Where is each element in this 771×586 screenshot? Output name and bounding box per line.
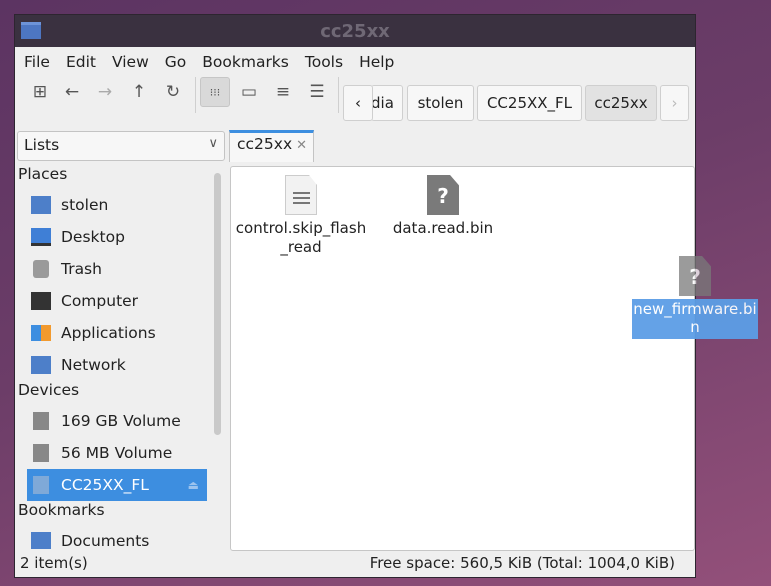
sidebar-item-label: Documents bbox=[61, 532, 150, 549]
select-value: Lists bbox=[24, 136, 60, 154]
forward-icon[interactable]: → bbox=[90, 77, 120, 107]
sidebar-item-home[interactable]: stolen bbox=[15, 189, 225, 221]
sidebar-item-label: CC25XX_FL bbox=[61, 476, 149, 494]
divider bbox=[338, 77, 339, 113]
file-name: data.read.bin bbox=[392, 219, 494, 237]
breadcrumb-current[interactable]: cc25xx bbox=[585, 85, 657, 121]
tab-label: cc25xx bbox=[237, 135, 293, 153]
title-bar[interactable]: cc25xx bbox=[15, 15, 695, 47]
menu-view[interactable]: View bbox=[112, 53, 149, 71]
bookmarks-heading: Bookmarks bbox=[18, 501, 105, 519]
dragged-file[interactable]: ? new_firmware.bi n bbox=[632, 256, 758, 339]
places-heading: Places bbox=[18, 165, 68, 183]
up-icon[interactable]: ↑ bbox=[124, 77, 154, 107]
menu-file[interactable]: File bbox=[24, 53, 50, 71]
free-space: Free space: 560,5 KiB (Total: 1004,0 KiB… bbox=[369, 554, 675, 572]
divider bbox=[195, 77, 196, 113]
menu-tools[interactable]: Tools bbox=[305, 53, 343, 71]
menu-help[interactable]: Help bbox=[359, 53, 394, 71]
sidebar-item-label: 169 GB Volume bbox=[61, 412, 181, 430]
drive-icon bbox=[33, 412, 49, 430]
sidebar-item-volume-169gb[interactable]: 169 GB Volume bbox=[15, 405, 225, 437]
thumbnail-view-icon[interactable]: ▭ bbox=[234, 77, 264, 107]
file-item[interactable]: control.skip_flash _read bbox=[235, 175, 367, 257]
unknown-file-icon: ? bbox=[679, 256, 711, 296]
desktop-icon bbox=[31, 228, 51, 246]
sidebar-scrollbar[interactable] bbox=[214, 173, 221, 435]
trash-icon bbox=[33, 260, 49, 278]
text-file-icon bbox=[285, 175, 317, 215]
applications-icon bbox=[31, 325, 51, 341]
sidebar-item-volume-56mb[interactable]: 56 MB Volume bbox=[15, 437, 225, 469]
item-count: 2 item(s) bbox=[20, 554, 88, 572]
sidebar-item-label: Applications bbox=[61, 324, 156, 342]
sidebar-item-label: Network bbox=[61, 356, 126, 374]
sidebar-item-computer[interactable]: Computer bbox=[15, 285, 225, 317]
sidebar-item-applications[interactable]: Applications bbox=[15, 317, 225, 349]
breadcrumb-item[interactable]: dia bbox=[371, 85, 403, 121]
eject-icon[interactable]: ⏏ bbox=[188, 478, 199, 492]
file-item[interactable]: ? data.read.bin bbox=[383, 175, 503, 238]
sidebar-item-label: Trash bbox=[61, 260, 102, 278]
breadcrumb-item[interactable]: stolen bbox=[407, 85, 474, 121]
sidebar-item-label: stolen bbox=[61, 196, 109, 214]
breadcrumb-scroll-right[interactable]: › bbox=[660, 85, 689, 121]
icon-view-icon[interactable]: ⁝⁝⁝ bbox=[200, 77, 230, 107]
menu-edit[interactable]: Edit bbox=[66, 53, 96, 71]
removable-drive-icon bbox=[33, 444, 49, 462]
chevron-down-icon: ∨ bbox=[208, 136, 218, 151]
close-tab-icon[interactable]: ✕ bbox=[296, 138, 307, 153]
file-view[interactable]: control.skip_flash _read ? data.read.bin bbox=[230, 166, 695, 551]
documents-folder-icon bbox=[31, 532, 51, 549]
breadcrumb-scroll-left[interactable]: ‹ bbox=[343, 85, 373, 121]
compact-view-icon[interactable]: ≡ bbox=[268, 77, 298, 107]
reload-icon[interactable]: ↻ bbox=[158, 77, 188, 107]
breadcrumb-item[interactable]: CC25XX_FL bbox=[477, 85, 582, 121]
new-tab-icon[interactable]: ⊞ bbox=[25, 77, 55, 107]
network-folder-icon bbox=[31, 356, 51, 374]
dragged-file-name: new_firmware.bi n bbox=[632, 299, 758, 339]
status-bar: 2 item(s) Free space: 560,5 KiB (Total: … bbox=[15, 552, 695, 578]
detailed-list-icon[interactable]: ☰ bbox=[302, 77, 332, 107]
home-folder-icon bbox=[31, 196, 51, 214]
sidebar-item-label: Desktop bbox=[61, 228, 125, 246]
file-name: control.skip_flash _read bbox=[235, 219, 367, 256]
tab-cc25xx[interactable]: cc25xx ✕ bbox=[229, 130, 314, 162]
file-manager-window: cc25xx File Edit View Go Bookmarks Tools… bbox=[14, 14, 696, 578]
unknown-file-icon: ? bbox=[427, 175, 459, 215]
menu-bar: File Edit View Go Bookmarks Tools Help bbox=[15, 47, 695, 77]
menu-go[interactable]: Go bbox=[165, 53, 187, 71]
removable-drive-icon bbox=[33, 476, 49, 494]
sidebar-item-trash[interactable]: Trash bbox=[15, 253, 225, 285]
menu-bookmarks[interactable]: Bookmarks bbox=[202, 53, 289, 71]
window-title: cc25xx bbox=[320, 21, 390, 42]
sidebar-item-cc25xx-fl[interactable]: CC25XX_FL ⏏ bbox=[27, 469, 207, 501]
back-icon[interactable]: ← bbox=[57, 77, 87, 107]
sidebar-item-label: Computer bbox=[61, 292, 139, 310]
computer-icon bbox=[31, 292, 51, 310]
sidebar: Places stolen Desktop Trash Computer App… bbox=[15, 165, 225, 549]
sidebar-item-desktop[interactable]: Desktop bbox=[15, 221, 225, 253]
devices-heading: Devices bbox=[18, 381, 80, 399]
sidebar-item-label: 56 MB Volume bbox=[61, 444, 173, 462]
sidebar-item-documents[interactable]: Documents bbox=[15, 525, 225, 549]
side-pane-mode-select[interactable]: Lists ∨ bbox=[17, 131, 225, 161]
sidebar-item-network[interactable]: Network bbox=[15, 349, 225, 381]
